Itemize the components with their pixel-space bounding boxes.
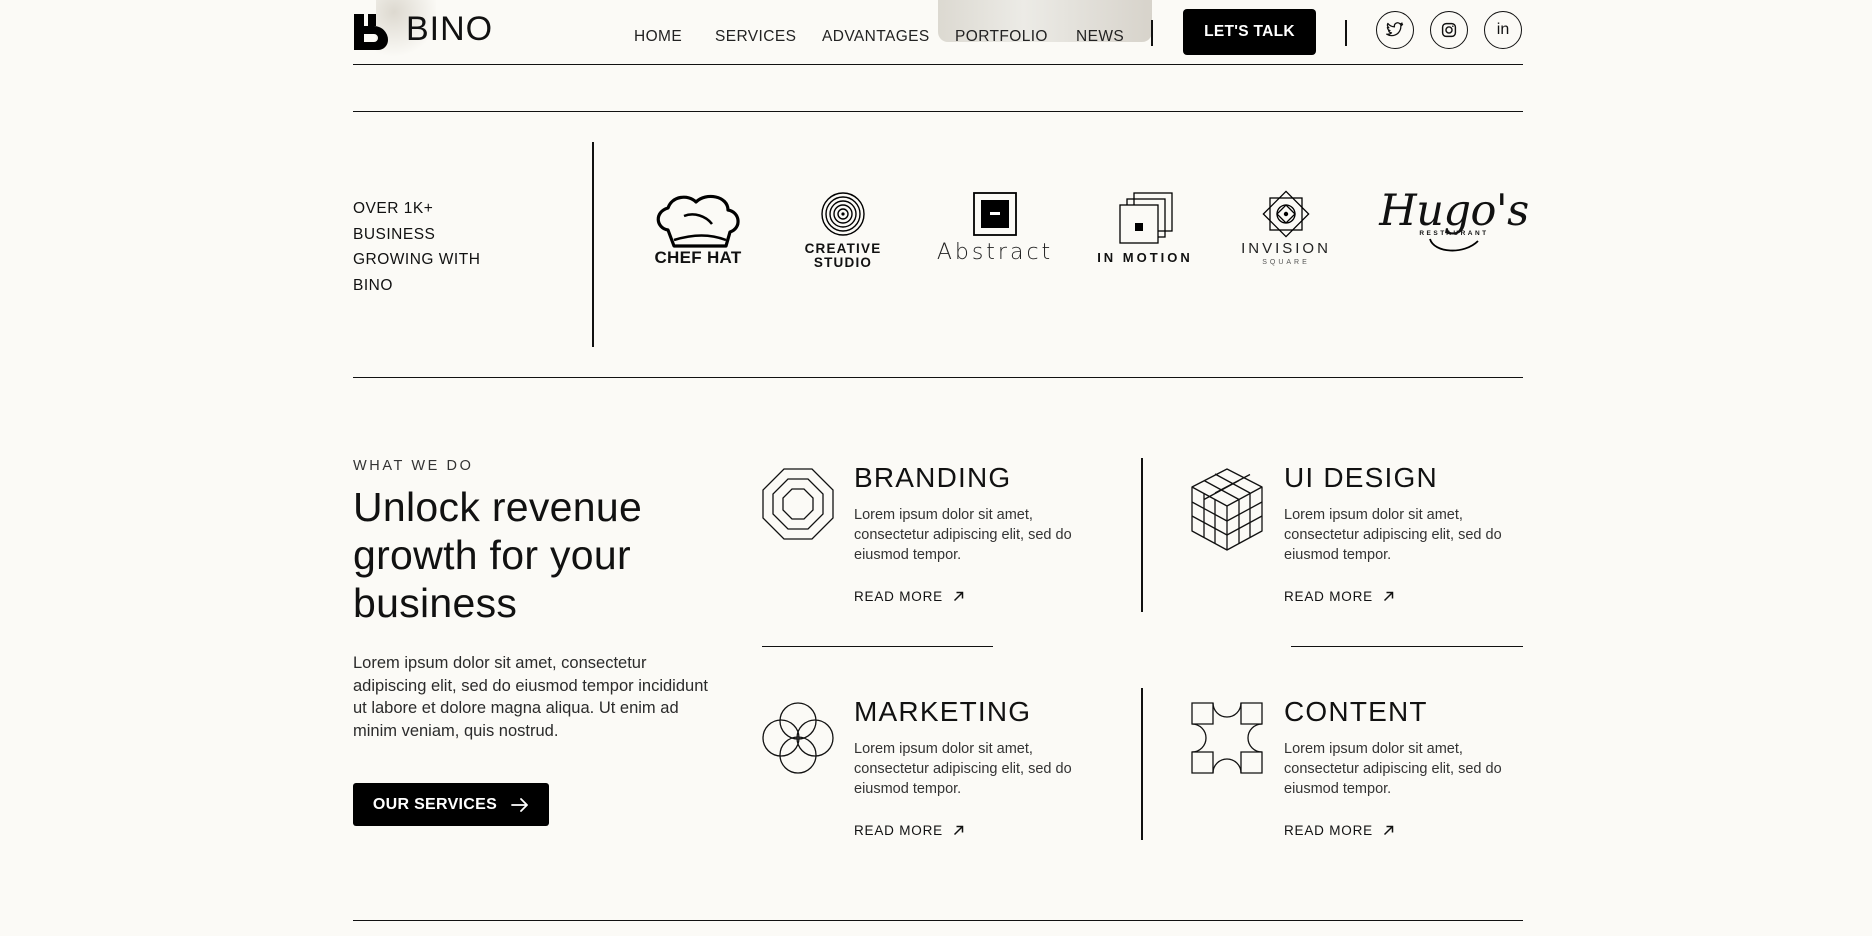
client-name: IN MOTION <box>1097 250 1193 265</box>
read-more-label: READ MORE <box>1284 589 1373 604</box>
section-divider <box>353 111 1523 113</box>
services-divider <box>1141 688 1143 840</box>
client-name-line: CREATIVE <box>804 241 882 256</box>
service-title-marketing: MARKETING <box>854 696 1032 727</box>
chef-hat-icon <box>656 194 740 248</box>
read-more-label: READ MORE <box>854 589 943 604</box>
service-title-ui-design: UI DESIGN <box>1284 462 1438 493</box>
client-logo-hugos: Hugo's RESTAURANT <box>1379 188 1529 255</box>
nav-services[interactable]: SERVICES <box>715 28 796 46</box>
square-icon <box>973 192 1017 236</box>
read-more-label: READ MORE <box>854 823 943 838</box>
instagram-icon[interactable] <box>1430 11 1468 49</box>
service-title-branding: BRANDING <box>854 462 1012 493</box>
arrow-right-icon <box>511 797 529 812</box>
service-desc: Lorem ipsum dolor sit amet, consectetur … <box>1284 741 1502 797</box>
read-more-link[interactable]: READ MORE <box>854 589 964 604</box>
client-logo-invision: INVISION SQUARE <box>1236 190 1336 266</box>
service-desc: Lorem ipsum dolor sit amet, consectetur … <box>854 507 1072 563</box>
client-name: CHEF HAT <box>654 248 742 267</box>
client-logo-creative-studio: CREATIVE STUDIO <box>793 192 893 270</box>
our-services-button[interactable]: OUR SERVICES <box>353 783 549 826</box>
nav-divider <box>1151 20 1153 46</box>
tagline-line: BUSINESS <box>353 225 436 243</box>
octagon-icon <box>762 468 834 545</box>
section-divider <box>353 377 1523 379</box>
tagline-line: GROWING WITH <box>353 251 481 268</box>
section-headline: Unlock revenue growth for your business <box>353 484 643 626</box>
client-name: INVISION <box>1241 240 1331 257</box>
curved-square-icon <box>1191 702 1263 779</box>
client-name-line: STUDIO <box>813 255 873 270</box>
our-services-label: OUR SERVICES <box>372 795 498 813</box>
layered-squares-icon <box>1119 192 1173 244</box>
nav-advantages[interactable]: ADVANTAGES <box>822 28 930 46</box>
brand-name[interactable]: BINO <box>406 10 493 49</box>
twitter-icon[interactable] <box>1376 11 1414 49</box>
overlapping-circles-icon <box>762 702 834 779</box>
client-logo-abstract: Abstract <box>936 192 1054 265</box>
service-title-content: CONTENT <box>1284 696 1428 727</box>
client-logo-in-motion: IN MOTION <box>1090 191 1200 265</box>
cube-icon <box>1191 468 1263 557</box>
arrow-up-right-icon <box>953 591 964 602</box>
section-divider <box>353 920 1523 922</box>
services-divider <box>762 646 993 648</box>
read-more-link[interactable]: READ MORE <box>1284 589 1394 604</box>
clients-divider <box>592 142 594 347</box>
lets-talk-button[interactable]: LET'S TALK <box>1183 9 1316 55</box>
arrow-up-right-icon <box>953 825 964 836</box>
ornament-icon <box>1262 190 1310 238</box>
flourish-icon <box>1429 238 1479 252</box>
client-name: CREATIVE STUDIO <box>805 242 882 270</box>
services-divider <box>1141 458 1143 612</box>
linkedin-icon[interactable]: in <box>1484 11 1522 49</box>
clients-tagline: OVER 1K+ BUSINESS GROWING WITH BINO <box>353 196 513 298</box>
arrow-up-right-icon <box>1383 591 1394 602</box>
client-subname: RESTAURANT <box>1419 230 1489 237</box>
client-logo-chef-hat: CHEF HAT <box>650 190 746 268</box>
section-eyebrow: WHAT WE DO <box>353 458 474 474</box>
services-divider <box>1291 646 1523 648</box>
client-name: Abstract <box>936 240 1054 265</box>
read-more-link[interactable]: READ MORE <box>1284 823 1394 838</box>
section-description: Lorem ipsum dolor sit amet, consectetur … <box>353 654 708 740</box>
spiral-icon <box>821 192 865 236</box>
read-more-link[interactable]: READ MORE <box>854 823 964 838</box>
client-name: Hugo's <box>1379 186 1529 236</box>
nav-portfolio[interactable]: PORTFOLIO <box>955 28 1048 46</box>
nav-divider <box>1345 20 1347 46</box>
service-desc: Lorem ipsum dolor sit amet, consectetur … <box>1284 507 1502 563</box>
arrow-up-right-icon <box>1383 825 1394 836</box>
read-more-label: READ MORE <box>1284 823 1373 838</box>
tagline-line: OVER 1K+ <box>353 200 434 217</box>
header-divider <box>353 64 1523 66</box>
bino-logo-icon[interactable] <box>352 12 394 52</box>
nav-home[interactable]: HOME <box>634 28 682 46</box>
service-desc: Lorem ipsum dolor sit amet, consectetur … <box>854 741 1072 797</box>
tagline-line: BINO <box>353 276 393 294</box>
client-subname: SQUARE <box>1262 259 1310 266</box>
nav-news[interactable]: NEWS <box>1076 28 1124 46</box>
